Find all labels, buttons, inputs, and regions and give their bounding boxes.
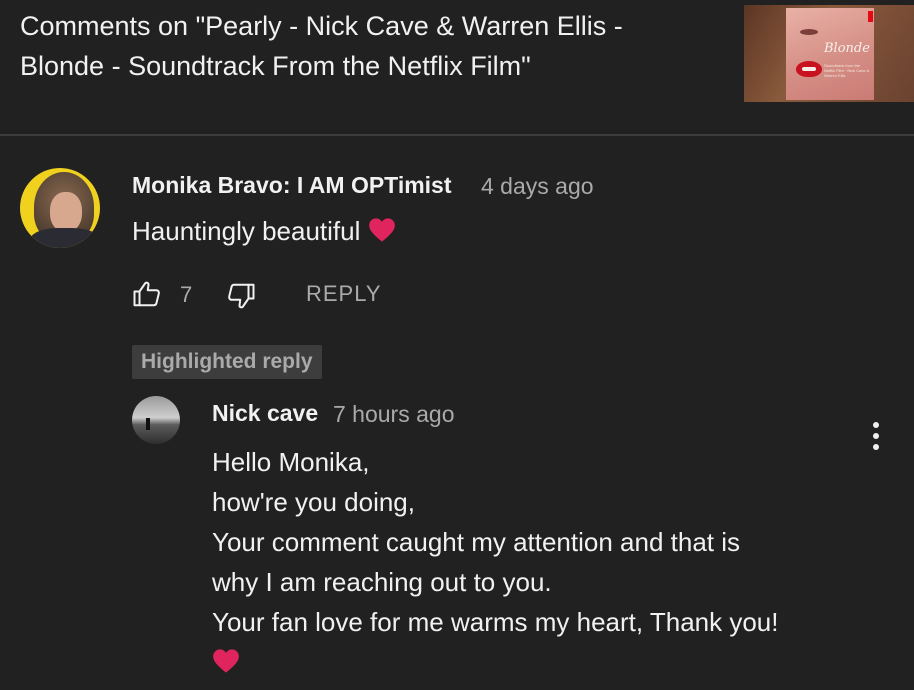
comment-text: Hauntingly beautiful — [132, 216, 396, 247]
thumbnail-subtitle: Soundtrack from the Netflix Film · Nick … — [824, 63, 870, 78]
reply-line: Your comment caught my attention and tha… — [212, 527, 741, 557]
avatar-body — [30, 228, 100, 248]
video-thumbnail[interactable]: Blonde Soundtrack from the Netflix Film … — [744, 5, 914, 102]
reply-heart-line — [212, 642, 872, 682]
comments-title: Comments on "Pearly - Nick Cave & Warren… — [20, 6, 720, 86]
thumbs-up-icon[interactable] — [132, 279, 162, 309]
reply-button[interactable]: REPLY — [296, 276, 392, 312]
like-count: 7 — [180, 282, 193, 307]
highlighted-reply-badge: Highlighted reply — [132, 345, 322, 379]
reply-author[interactable]: Nick cave — [212, 400, 318, 427]
red-heart-icon — [212, 645, 240, 673]
reply-text: Hello Monika, how're you doing, Your com… — [212, 442, 872, 682]
reply-line: Your fan love for me warms my heart, Tha… — [212, 607, 779, 637]
red-heart-icon — [368, 217, 396, 243]
thumbs-down-icon[interactable] — [226, 281, 256, 311]
poster-eye — [800, 29, 818, 35]
title-line-1: Comments on "Pearly - Nick Cave & Warren… — [20, 11, 623, 41]
reply-avatar[interactable] — [132, 396, 180, 444]
netflix-logo-icon — [868, 11, 873, 22]
poster-teeth — [802, 67, 816, 71]
avatar-face — [50, 192, 82, 232]
comments-header: Comments on "Pearly - Nick Cave & Warren… — [0, 0, 914, 136]
reply-line: why I am reaching out to you. — [212, 567, 552, 597]
reply-time[interactable]: 7 hours ago — [333, 401, 454, 428]
comment-text-body: Hauntingly beautiful — [132, 216, 361, 246]
reply-line: how're you doing, — [212, 487, 415, 517]
avatar-figure — [146, 418, 150, 430]
title-line-2: Blonde - Soundtrack From the Netflix Fil… — [20, 51, 531, 81]
reply-line: Hello Monika, — [212, 447, 370, 477]
comment-author[interactable]: Monika Bravo: I AM OPTimist — [132, 172, 452, 199]
comment-time[interactable]: 4 days ago — [481, 173, 594, 200]
thumbnail-title: Blonde — [824, 41, 870, 56]
avatar[interactable] — [20, 168, 100, 248]
